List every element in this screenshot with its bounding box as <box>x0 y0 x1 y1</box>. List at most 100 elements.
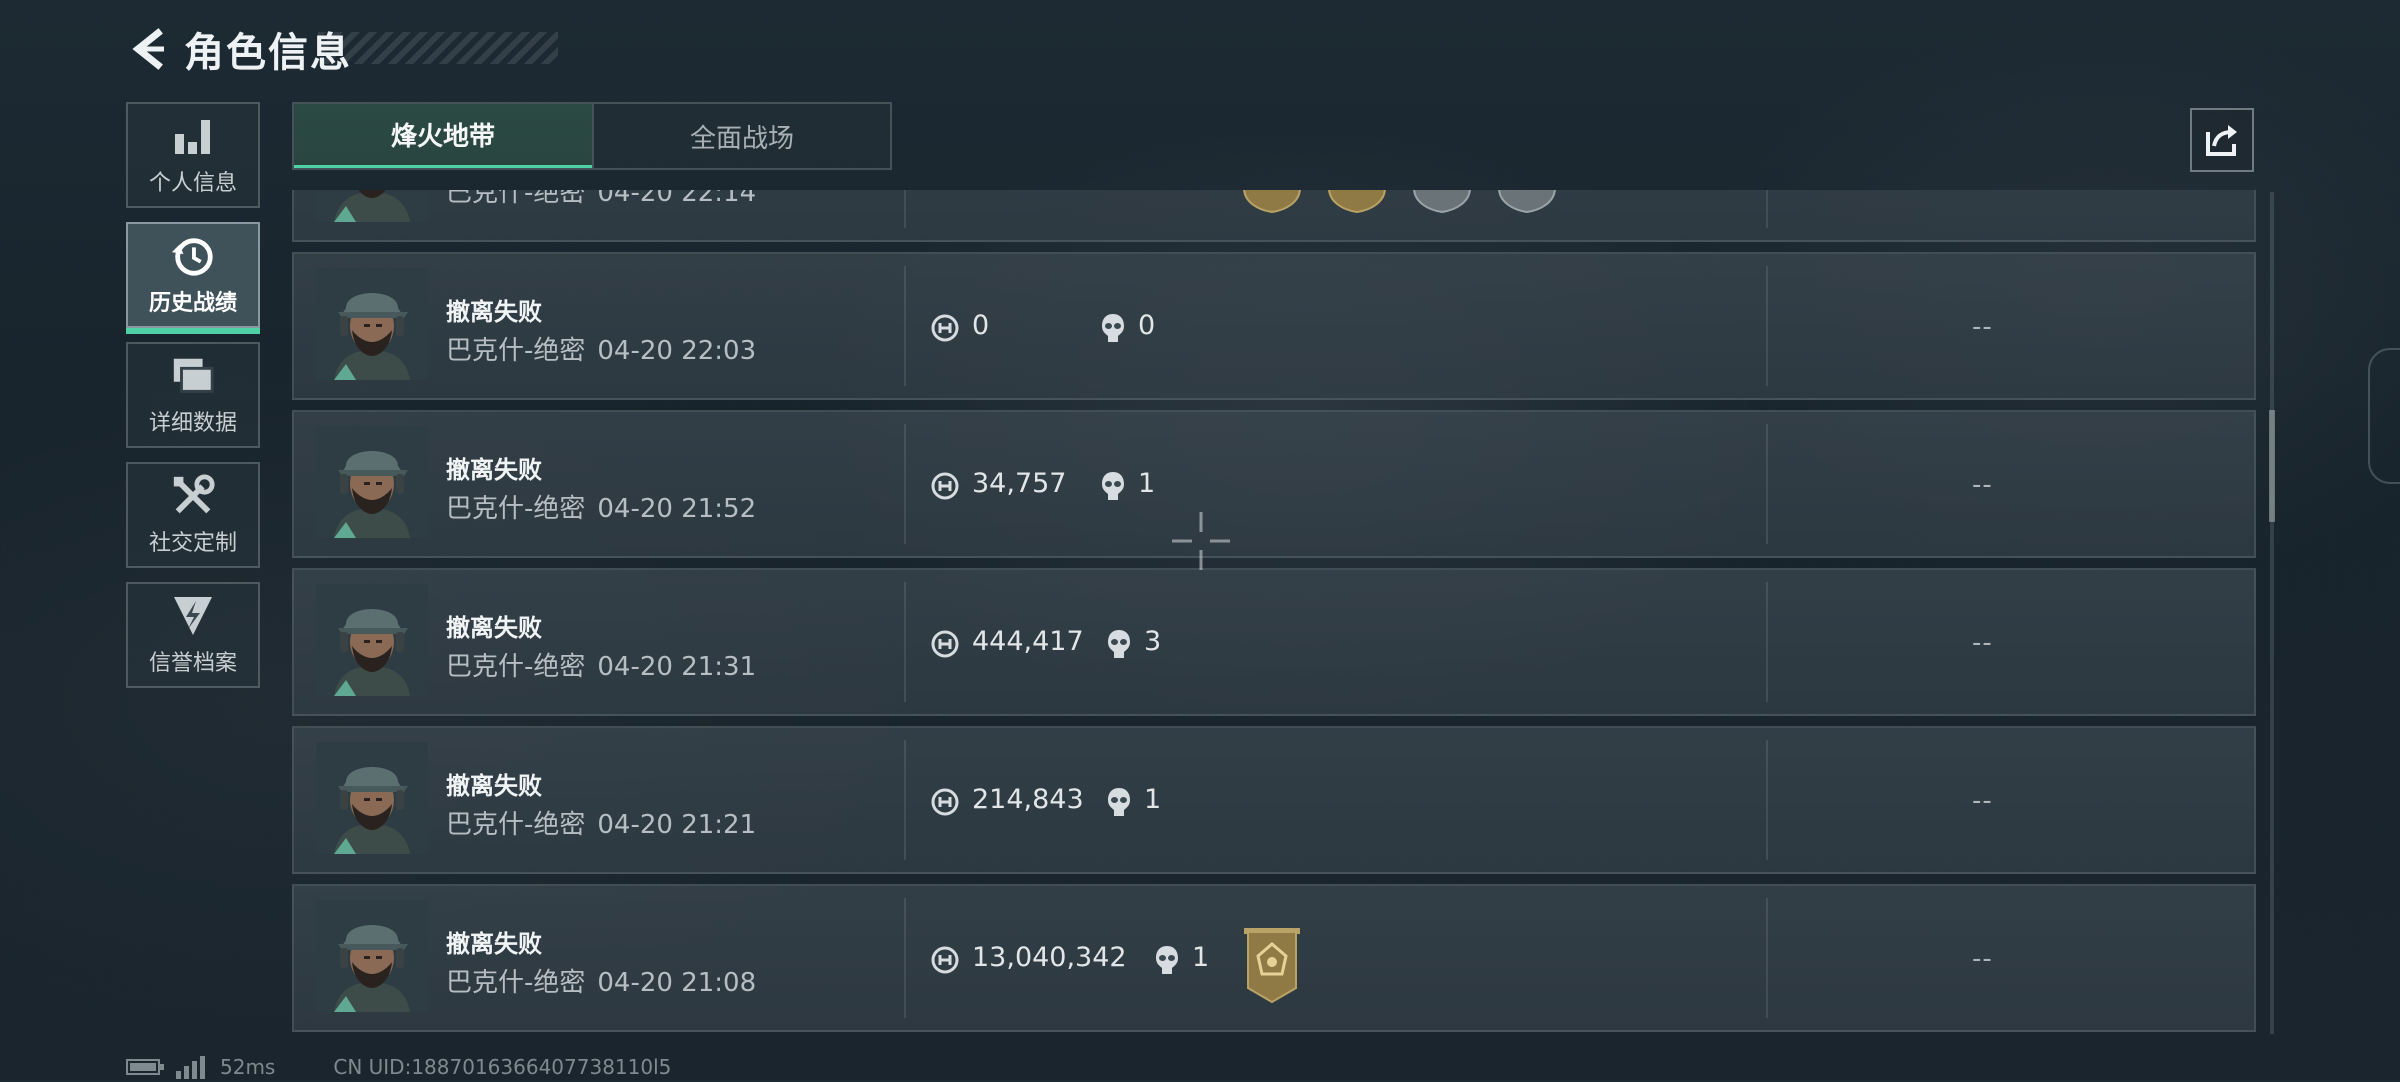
skull-icon <box>1100 312 1126 344</box>
extraction-status: 撤离失败 <box>446 614 542 642</box>
record-row[interactable]: 撤离失败 巴克什-绝密 04-20 21:21 214,843 1 -- <box>292 726 2256 874</box>
value-coin-icon <box>930 945 960 975</box>
match-time: 04-20 21:08 <box>597 968 757 998</box>
loot-value: 13,040,342 <box>972 942 1127 973</box>
extra-stat: -- <box>1972 470 1993 500</box>
signal-icon <box>174 1055 208 1079</box>
skull-icon <box>1154 944 1180 976</box>
record-row[interactable]: 撤离失败 巴克什-绝密 04-20 21:31 444,417 3 -- <box>292 568 2256 716</box>
battery-icon <box>126 1057 166 1077</box>
loot-value: 444,417 <box>972 626 1084 657</box>
nav-item-reputation[interactable]: 信誉档案 <box>126 582 260 688</box>
record-list: 巴克什-绝密04-20 22:14 2,419,133 11 +1 -- <box>292 190 2256 1036</box>
column-divider <box>1766 740 1768 860</box>
tools-icon <box>170 473 216 519</box>
extra-stat: -- <box>1972 786 1993 816</box>
column-divider <box>904 424 906 544</box>
map-and-time: 巴克什-绝密 04-20 21:08 <box>446 962 756 999</box>
operator-avatar <box>316 900 428 1012</box>
bar-chart-icon <box>170 113 216 159</box>
column-divider <box>904 898 906 1018</box>
match-time: 04-20 22:03 <box>597 336 757 366</box>
nav-label: 社交定制 <box>148 531 237 556</box>
column-divider <box>1766 582 1768 702</box>
map-name: 巴克什-绝密 <box>446 336 586 366</box>
match-time: 04-20 21:21 <box>597 810 757 840</box>
scrollbar-track[interactable] <box>2270 192 2274 1034</box>
column-divider <box>1766 266 1768 386</box>
map-and-time: 巴克什-绝密 04-20 21:31 <box>446 646 756 683</box>
nav-label: 信誉档案 <box>148 651 237 676</box>
share-button[interactable] <box>2190 108 2254 172</box>
map-and-time: 巴克什-绝密 04-20 21:21 <box>446 804 756 841</box>
loot-value: 0 <box>972 310 990 341</box>
side-drawer-handle[interactable] <box>2368 348 2400 484</box>
nav-item-history[interactable]: 历史战绩 <box>126 222 260 334</box>
map-name: 巴克什-绝密 <box>446 652 586 682</box>
history-clock-icon <box>170 233 216 279</box>
operator-avatar <box>316 268 428 380</box>
operator-avatar <box>316 426 428 538</box>
nav-label: 详细数据 <box>148 411 237 436</box>
record-row[interactable]: 撤离失败 巴克什-绝密 04-20 21:08 13,040,342 1 -- <box>292 884 2256 1032</box>
tab-fire-zone[interactable]: 烽火地带 <box>294 104 592 168</box>
back-arrow-icon[interactable] <box>126 22 170 76</box>
record-row[interactable]: 撤离失败 巴克什-绝密 04-20 22:03 0 0 -- <box>292 252 2256 400</box>
gold-star-badge[interactable] <box>1238 190 1306 214</box>
record-row[interactable]: 巴克什-绝密04-20 22:14 2,419,133 11 +1 -- <box>292 190 2256 242</box>
scrollbar-thumb[interactable] <box>2269 410 2275 522</box>
value-coin-icon <box>930 787 960 817</box>
tab-full-battlefield[interactable]: 全面战场 <box>592 104 890 168</box>
kill-count: 1 <box>1144 784 1162 815</box>
operator-avatar <box>316 742 428 854</box>
reputation-shield-icon <box>170 593 216 639</box>
mode-tabs: 烽火地带 全面战场 <box>292 102 892 170</box>
extraction-status: 撤离失败 <box>446 930 542 958</box>
map-name: 巴克什-绝密 <box>446 494 586 524</box>
column-divider <box>904 740 906 860</box>
value-coin-icon <box>930 313 960 343</box>
silver-star-badge[interactable] <box>1493 190 1561 214</box>
cards-icon <box>170 353 216 399</box>
skull-icon <box>1106 628 1132 660</box>
uid-text: CN UID:1887016366407738110l5 <box>333 1055 672 1079</box>
title-decoration <box>318 32 558 64</box>
map-and-time: 巴克什-绝密 04-20 22:14 <box>446 190 756 209</box>
extra-stat: -- <box>1972 944 1993 974</box>
match-time: 04-20 21:52 <box>597 494 757 524</box>
kill-count: 3 <box>1144 626 1162 657</box>
kill-count: 1 <box>1192 942 1210 973</box>
loot-value: 214,843 <box>972 784 1084 815</box>
extra-stat: -- <box>1972 312 1993 342</box>
gold-emblem-badge[interactable] <box>1323 190 1391 214</box>
record-list-viewport[interactable]: 巴克什-绝密04-20 22:14 2,419,133 11 +1 -- <box>292 190 2256 1036</box>
extraction-status: 撤离失败 <box>446 298 542 326</box>
column-divider <box>1766 190 1768 228</box>
column-divider <box>904 582 906 702</box>
extra-stat: -- <box>1972 628 1993 658</box>
record-row[interactable]: 撤离失败 巴克什-绝密 04-20 21:52 34,757 1 -- <box>292 410 2256 558</box>
nav-item-personal-info[interactable]: 个人信息 <box>126 102 260 208</box>
nav-label: 历史战绩 <box>148 291 237 316</box>
column-divider <box>904 266 906 386</box>
column-divider <box>1766 424 1768 544</box>
side-nav: 个人信息 历史战绩 详细数据 社交定制 信誉档案 <box>126 102 264 702</box>
gold-banner-badge[interactable] <box>1238 926 1306 1004</box>
match-time: 04-20 22:14 <box>597 190 757 208</box>
silver-gear-badge[interactable] <box>1408 190 1476 214</box>
extraction-status: 撤离失败 <box>446 456 542 484</box>
crosshair-icon <box>1172 512 1230 570</box>
status-footer: 52ms CN UID:1887016366407738110l5 <box>126 1052 671 1082</box>
value-coin-icon <box>930 629 960 659</box>
skull-icon <box>1106 786 1132 818</box>
nav-item-detailed-data[interactable]: 详细数据 <box>126 342 260 448</box>
skull-icon <box>1100 470 1126 502</box>
map-name: 巴克什-绝密 <box>446 810 586 840</box>
nav-item-social[interactable]: 社交定制 <box>126 462 260 568</box>
column-divider <box>904 190 906 228</box>
operator-avatar <box>316 584 428 696</box>
ping-text: 52ms <box>220 1055 276 1079</box>
kill-count: 0 <box>1138 310 1156 341</box>
map-name: 巴克什-绝密 <box>446 968 586 998</box>
map-name: 巴克什-绝密 <box>446 190 586 208</box>
